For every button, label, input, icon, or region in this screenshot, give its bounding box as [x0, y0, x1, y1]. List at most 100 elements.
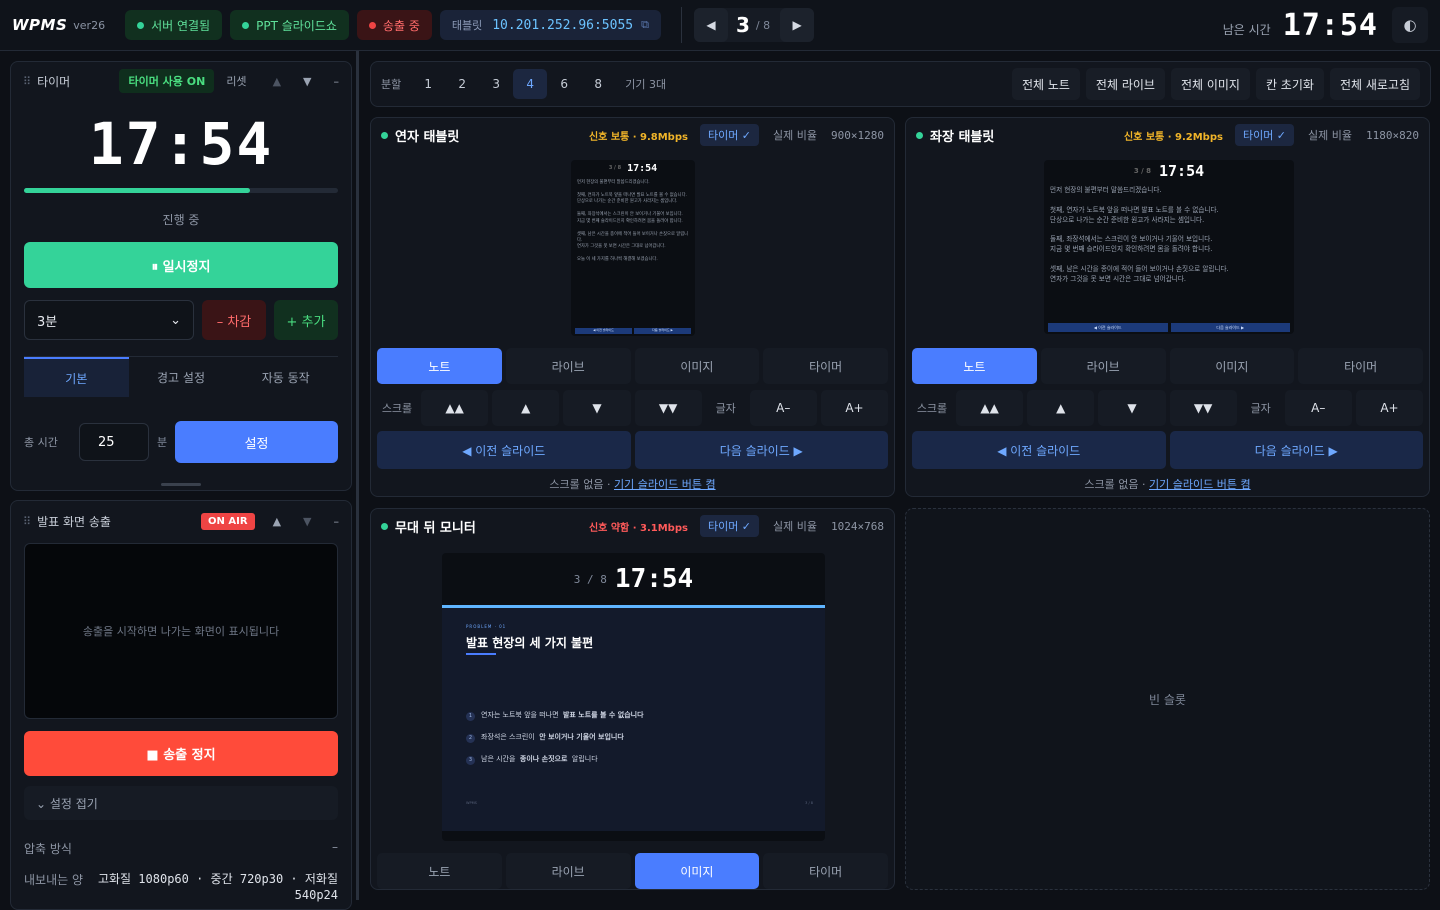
scroll-top-button[interactable]: ▲▲ [956, 390, 1024, 426]
font-increase-button[interactable]: A+ [820, 390, 889, 426]
compress-label: 압축 방식 [24, 842, 72, 856]
note-line: 첫째, 연자가 노트북 앞을 떠나면 발표 노트를 볼 수 없습니다. [1050, 205, 1219, 214]
scroll-up-button[interactable]: ▲ [492, 390, 560, 426]
move-down-icon[interactable]: ▼ [303, 75, 311, 88]
tablet-label: 태블릿 [451, 19, 483, 32]
mode-tab-live[interactable]: 라이브 [1040, 348, 1166, 384]
next-slide-button[interactable]: 다음 슬라이드 ▶ [634, 431, 888, 469]
prev-slide-button[interactable]: ◀ 이전 슬라이드 [912, 431, 1166, 469]
move-up-icon[interactable]: ▲ [273, 75, 281, 88]
ratio-toggle[interactable]: 실제 비율 [1308, 127, 1352, 143]
timer-on-badge[interactable]: 타이머 사용 ON [119, 69, 215, 93]
mode-tab-image[interactable]: 이미지 [1169, 348, 1295, 384]
scroll-down-button[interactable]: ▼ [1098, 390, 1166, 426]
split-option-2[interactable]: 2 [445, 69, 479, 99]
set-button[interactable]: 설정 [175, 421, 338, 463]
drag-handle-icon[interactable]: ⠿ [23, 75, 31, 88]
mode-tab-timer[interactable]: 타이머 [763, 348, 888, 384]
scroll-down-button[interactable]: ▼ [563, 390, 631, 426]
collapse-icon[interactable]: – [334, 75, 340, 88]
tab-basic[interactable]: 기본 [24, 357, 129, 397]
toolbar-button[interactable]: 전체 이미지 [1170, 68, 1250, 100]
ratio-toggle[interactable]: 실제 비율 [773, 518, 817, 534]
current-page: 3 [735, 13, 750, 37]
split-option-6[interactable]: 6 [547, 69, 581, 99]
next-slide-button[interactable]: ▶ [780, 8, 815, 42]
add-time-button[interactable]: + 추가 [274, 300, 338, 340]
toolbar-button[interactable]: 칸 초기화 [1255, 68, 1324, 100]
prev-slide-button[interactable]: ◀ [693, 8, 728, 42]
device-button-link[interactable]: 기기 슬라이드 버튼 켬 [614, 478, 716, 491]
mode-tab-note[interactable]: 노트 [912, 348, 1037, 384]
mode-tab-timer[interactable]: 타이머 [1298, 348, 1423, 384]
timer-toggle[interactable]: 타이머 ✓ [699, 124, 760, 146]
next-slide-button[interactable]: 다음 슬라이드 ▶ [1169, 431, 1423, 469]
scroll-bottom-button[interactable]: ▼▼ [634, 390, 702, 426]
resize-handle[interactable] [161, 483, 201, 486]
scroll-up-button[interactable]: ▲ [1027, 390, 1095, 426]
split-option-8[interactable]: 8 [581, 69, 615, 99]
chevron-down-icon: ⌄ [170, 312, 181, 328]
device-button-link[interactable]: 기기 슬라이드 버튼 켬 [1149, 478, 1251, 491]
tab-auto[interactable]: 자동 동작 [233, 357, 338, 397]
divider [680, 7, 682, 43]
tablet-address-pill[interactable]: 태블릿 10.201.252.96:5055 ⧉ [439, 10, 661, 40]
device-resolution: 1024×768 [831, 519, 884, 533]
total-time-input[interactable]: 25 [79, 423, 149, 461]
mode-tab-live[interactable]: 라이브 [505, 348, 631, 384]
move-up-icon[interactable]: ▲ [273, 515, 281, 528]
signal-status: 신호 보통 · 9.8Mbps [588, 131, 688, 143]
reset-button[interactable]: 리셋 [226, 73, 246, 89]
drag-handle-icon[interactable]: ⠿ [23, 515, 31, 528]
font-decrease-button[interactable]: A– [749, 390, 817, 426]
broadcast-status-pill: 송출 중 [356, 10, 432, 40]
note-line: 둘째, 좌장석에서는 스크린이 안 보이거나 기울어 보입니다. [577, 212, 683, 218]
remaining-label: 남은 시간 [1222, 22, 1271, 37]
online-dot-icon [381, 131, 388, 139]
broadcast-preview: 송출을 시작하면 나가는 화면이 표시됩니다 [24, 543, 338, 719]
total-pages: / 8 [755, 18, 771, 32]
device-page: 3 / 8 [1133, 167, 1151, 175]
theme-toggle-icon[interactable]: ◐ [1392, 7, 1428, 43]
font-decrease-button[interactable]: A– [1284, 390, 1352, 426]
font-increase-button[interactable]: A+ [1355, 390, 1424, 426]
ratio-toggle[interactable]: 실제 비율 [773, 127, 817, 143]
split-option-4[interactable]: 4 [513, 69, 548, 99]
toolbar-button[interactable]: 전체 노트 [1011, 68, 1080, 100]
toolbar-button[interactable]: 전체 새로고침 [1329, 68, 1420, 100]
collapse-settings-button[interactable]: ⌄ 설정 접기 [24, 786, 338, 820]
font-size-label: 글자 [1250, 402, 1271, 415]
scroll-bottom-button[interactable]: ▼▼ [1169, 390, 1237, 426]
toolbar-button[interactable]: 전체 라이브 [1085, 68, 1165, 100]
split-option-3[interactable]: 3 [479, 69, 513, 99]
on-air-badge: ON AIR [201, 512, 255, 530]
timer-toggle[interactable]: 타이머 ✓ [699, 515, 760, 537]
mode-tab-image[interactable]: 이미지 [634, 348, 760, 384]
empty-slot[interactable]: 빈 슬롯 [905, 508, 1430, 890]
scroll-top-button[interactable]: ▲▲ [421, 390, 489, 426]
duration-select[interactable]: 3분 ⌄ [24, 300, 194, 340]
timer-toggle[interactable]: 타이머 ✓ [1234, 124, 1295, 146]
tab-warning[interactable]: 경고 설정 [129, 357, 234, 397]
collapse-icon[interactable]: – [332, 840, 338, 857]
copy-icon[interactable]: ⧉ [641, 18, 649, 32]
device-time: 17:54 [1159, 162, 1205, 180]
broadcast-status-label: 송출 중 [382, 18, 420, 33]
prev-slide-button[interactable]: ◀ 이전 슬라이드 [377, 431, 631, 469]
stop-broadcast-button[interactable]: ■ 송출 정지 [24, 731, 338, 776]
mode-tab-note[interactable]: 노트 [377, 348, 502, 384]
server-status-pill: 서버 연결됨 [125, 10, 223, 40]
pause-button[interactable]: ⏸ 일시정지 [24, 242, 338, 288]
slide-underline [466, 653, 496, 655]
broadcast-panel-header: ⠿ 발표 화면 송출 ON AIR ▲ ▼ – [11, 501, 351, 541]
collapse-icon[interactable]: – [334, 515, 340, 528]
move-down-icon[interactable]: ▼ [303, 515, 311, 528]
split-option-1[interactable]: 1 [411, 69, 445, 99]
mode-tab-image[interactable]: 이미지 [634, 853, 760, 889]
top-bar: WPMS ver26 서버 연결됨 PPT 슬라이드쇼 송출 중 태블릿 10.2… [0, 0, 1440, 51]
subtract-time-button[interactable]: – 차감 [202, 300, 266, 340]
mode-tab-live[interactable]: 라이브 [505, 853, 631, 889]
mode-tab-timer[interactable]: 타이머 [763, 853, 888, 889]
mode-tab-note[interactable]: 노트 [377, 853, 502, 889]
column-resizer[interactable] [356, 51, 359, 900]
